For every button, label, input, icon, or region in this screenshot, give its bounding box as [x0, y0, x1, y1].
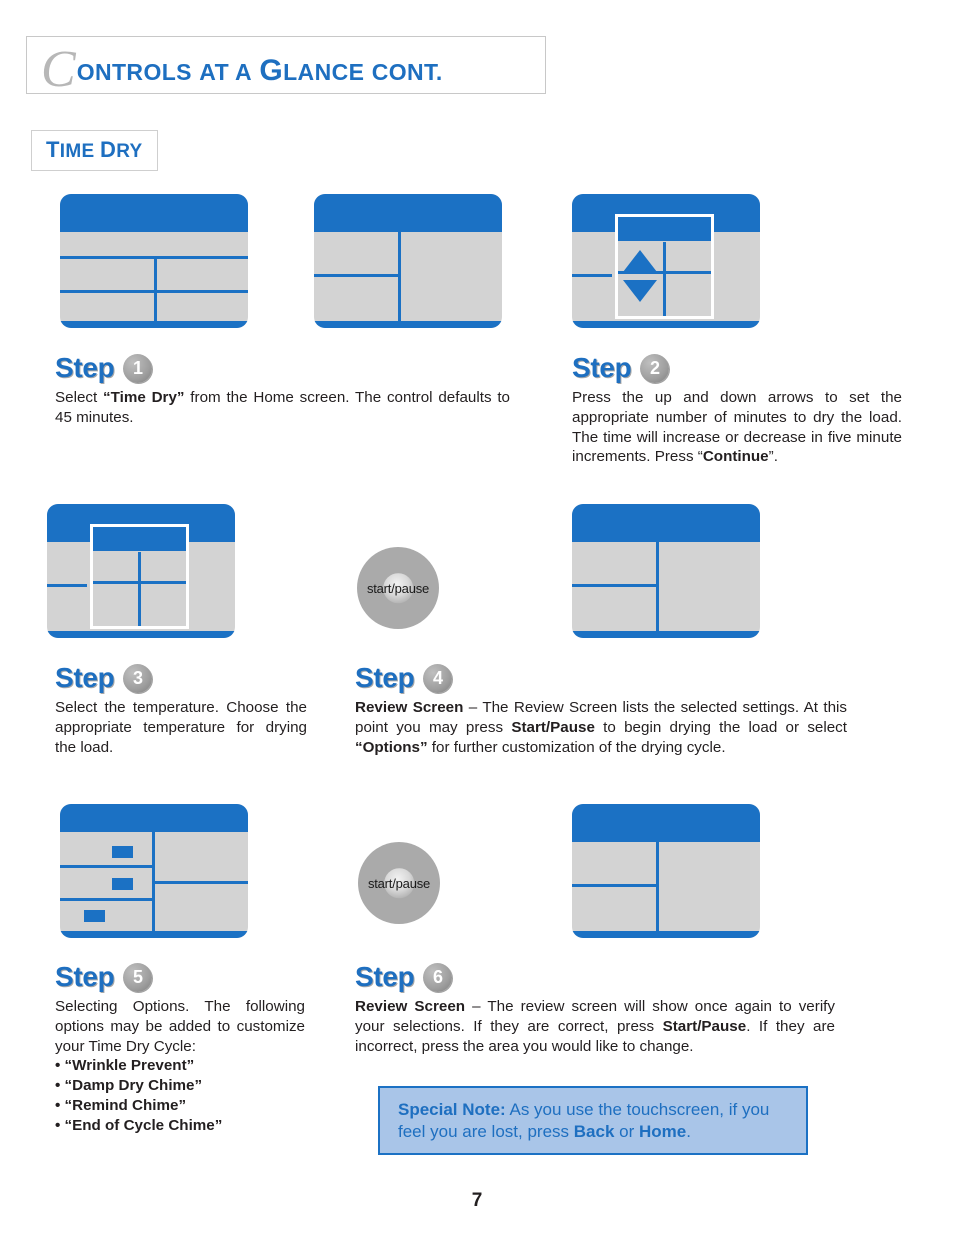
step-heading: Step 1 [55, 352, 510, 384]
title-drop-cap: C [41, 40, 76, 98]
knob-label: start/pause [366, 580, 430, 596]
step-number-badge: 5 [123, 962, 153, 992]
list-item: • “End of Cycle Chime” [55, 1116, 223, 1134]
step-block-5: Step 5 Selecting Options. The following … [55, 961, 305, 1135]
knob-label: start/pause [367, 875, 431, 891]
list-item: • “Remind Chime” [55, 1096, 187, 1114]
step-heading: Step 3 [55, 662, 307, 694]
step-label: Step [572, 352, 632, 383]
step-label: Step [55, 352, 115, 383]
screen-header-bar [572, 504, 760, 542]
step-number-badge: 4 [423, 663, 453, 693]
step-heading: Step 6 [355, 961, 835, 993]
step-label: Step [55, 662, 115, 693]
step-heading: Step 2 [572, 352, 902, 384]
list-item: • “Wrinkle Prevent” [55, 1057, 195, 1075]
option-chip-1[interactable] [112, 846, 133, 858]
title-word-lance: LANCE [283, 58, 365, 85]
screen-header-bar [314, 194, 502, 232]
step-block-6: Step 6 Review Screen – The review screen… [355, 961, 835, 1056]
control-screen-temperature [47, 504, 235, 638]
screen-footer-bar [572, 321, 760, 328]
special-note-box: Special Note: As you use the touchscreen… [378, 1086, 808, 1155]
screen-divider-vertical-1 [656, 842, 659, 938]
step-body-text: Press the up and down arrows to set the … [572, 389, 902, 466]
subpanel-header-bar [618, 217, 711, 241]
title-word-ontrols: ONTROLS [76, 58, 192, 85]
screen-header-bar [60, 194, 248, 232]
screen-divider-horizontal-1 [47, 584, 87, 587]
step-body-text: Select the temperature. Choose the appro… [55, 699, 307, 756]
step-label: Step [355, 662, 415, 693]
start-pause-knob-1[interactable]: start/pause [357, 547, 439, 629]
options-list: • “Wrinkle Prevent” • “Damp Dry Chime” •… [55, 1056, 305, 1135]
step-number-badge: 3 [123, 663, 153, 693]
step-number-badge: 2 [640, 353, 670, 383]
screen-footer-bar [572, 631, 760, 638]
step-body-text: Review Screen – The Review Screen lists … [355, 699, 848, 756]
step-body-text: Review Screen – The review screen will s… [355, 998, 836, 1055]
control-screen-arrows [572, 194, 760, 328]
screen-divider-vertical-1 [152, 832, 155, 938]
section-label-t: T [46, 137, 60, 162]
step-number-badge: 6 [423, 962, 453, 992]
section-label-time-dry: TIME DRY [31, 130, 158, 171]
page-number: 7 [471, 1190, 483, 1211]
screen-divider-vertical-1 [154, 256, 157, 323]
step-label: Step [355, 961, 415, 992]
step-block-2: Step 2 Press the up and down arrows to s… [572, 352, 902, 467]
screen-header-bar [572, 804, 760, 842]
screen-subpanel [615, 214, 714, 319]
step-label: Step [55, 961, 115, 992]
screen-footer-bar [47, 631, 235, 638]
screen-footer-bar [572, 931, 760, 938]
screen-divider-horizontal-left-2 [60, 898, 154, 901]
step-heading: Step 5 [55, 961, 305, 993]
step-block-4: Step 4 Review Screen – The Review Screen… [355, 662, 847, 757]
control-screen-review-2 [572, 804, 760, 938]
screen-divider-horizontal-left-1 [60, 865, 154, 868]
screen-subpanel [90, 524, 189, 629]
arrow-down-icon[interactable] [623, 280, 657, 302]
control-screen-options [60, 804, 248, 938]
screen-divider-horizontal-1 [314, 274, 400, 277]
section-label-d: D [100, 137, 117, 162]
start-pause-knob-2[interactable]: start/pause [358, 842, 440, 924]
screen-footer-bar [314, 321, 502, 328]
control-screen-review-1 [572, 504, 760, 638]
subpanel-divider-vertical [138, 552, 141, 626]
step-heading: Step 4 [355, 662, 847, 694]
section-label-ime: IME [59, 141, 95, 162]
screen-divider-horizontal-1 [572, 884, 658, 887]
section-label-ry: RY [116, 141, 143, 162]
screen-divider-vertical-1 [398, 232, 401, 328]
control-screen-time-entry [314, 194, 502, 328]
arrow-up-icon[interactable] [623, 250, 657, 272]
step-number-badge: 1 [123, 353, 153, 383]
title-word-at-a: AT A [199, 58, 252, 85]
step-block-3: Step 3 Select the temperature. Choose th… [55, 662, 307, 757]
control-screen-home [60, 194, 248, 328]
page-title: C ONTROLS AT A GLANCE CONT. [27, 40, 443, 98]
option-chip-3[interactable] [84, 910, 105, 922]
title-word-cont: CONT. [371, 58, 443, 85]
subpanel-divider-vertical [663, 242, 666, 316]
screen-header-bar [60, 804, 248, 833]
list-item: • “Damp Dry Chime” [55, 1077, 203, 1094]
screen-divider-horizontal-1 [572, 584, 658, 587]
screen-divider-horizontal-1 [572, 274, 612, 277]
step-body-text: Selecting Options. The following options… [55, 998, 305, 1055]
special-note-text: Special Note: As you use the touchscreen… [398, 1100, 770, 1141]
step-body-text: Select “Time Dry” from the Home screen. … [55, 389, 511, 426]
step-block-1: Step 1 Select “Time Dry” from the Home s… [55, 352, 510, 428]
subpanel-header-bar [93, 527, 186, 551]
screen-divider-vertical-1 [656, 542, 659, 638]
screen-divider-horizontal-right-1 [152, 881, 248, 884]
title-cap-g: G [259, 53, 284, 87]
option-chip-2[interactable] [112, 878, 133, 890]
page-header-box: C ONTROLS AT A GLANCE CONT. [26, 36, 546, 98]
